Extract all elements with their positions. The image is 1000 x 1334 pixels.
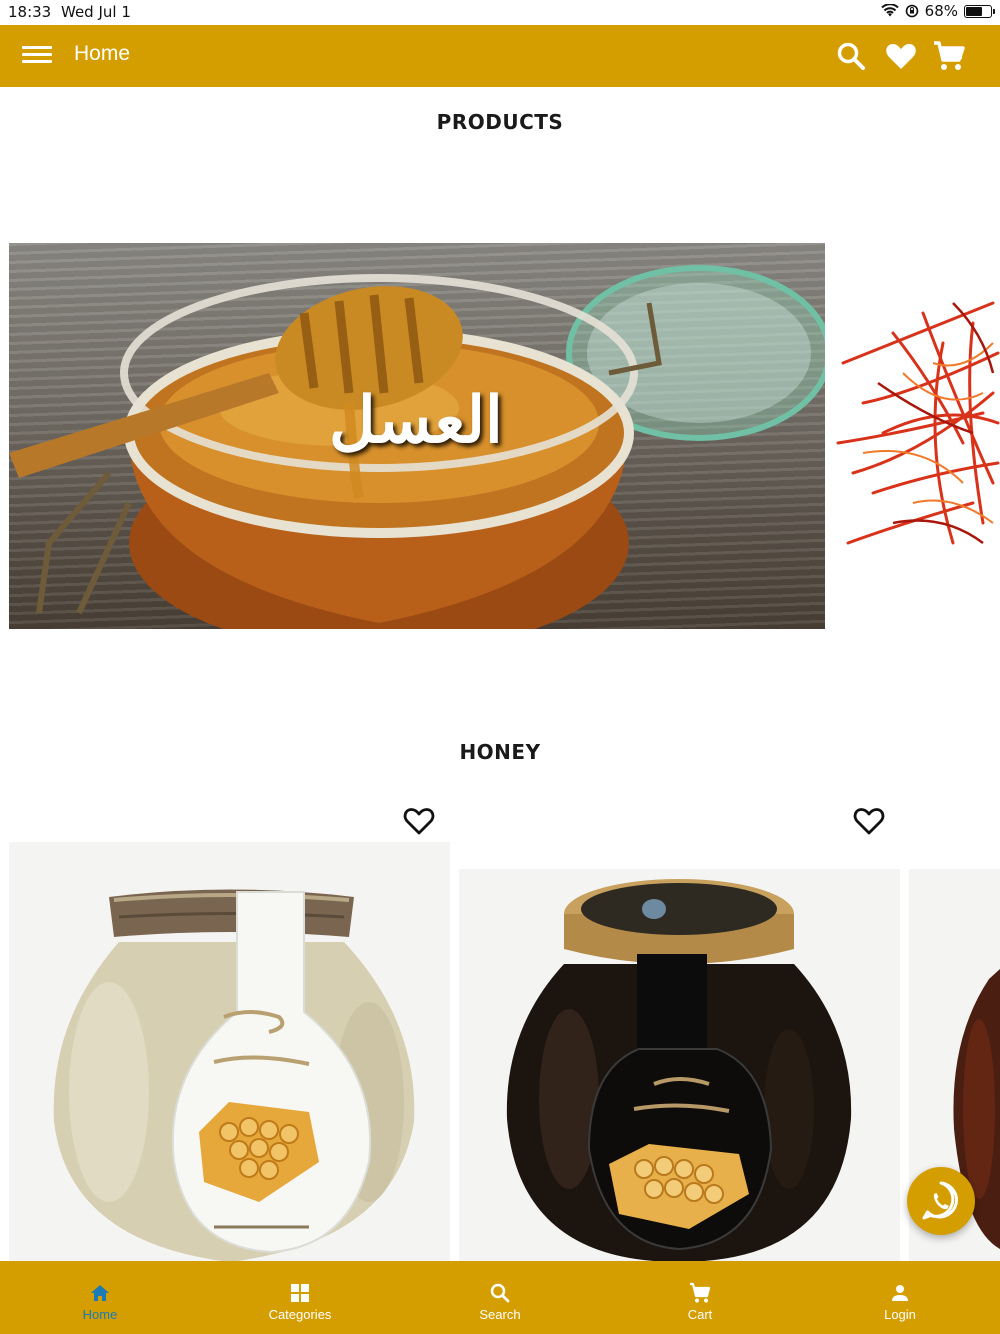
nav-item-categories[interactable]: Categories [200, 1261, 400, 1334]
app-page: 18:33 Wed Jul 1 68% Home PRODUCTS العسل … [0, 0, 1000, 1334]
nav-label-categories: Categories [268, 1307, 332, 1322]
saffron-image [836, 301, 1000, 545]
battery-fill [966, 6, 982, 16]
grid-icon [291, 1284, 309, 1302]
status-time: 18:33 [8, 3, 52, 21]
nav-item-cart[interactable]: Cart [600, 1261, 800, 1334]
favorites-heart-icon[interactable] [883, 38, 919, 74]
nav-label-cart: Cart [687, 1307, 713, 1322]
products-section-title: PRODUCTS [436, 110, 564, 134]
cart-icon [690, 1282, 711, 1303]
saffron-banner-slide[interactable] [833, 243, 1000, 629]
nav-label-search: Search [479, 1307, 521, 1322]
menu-icon-bar [22, 46, 52, 49]
favorite-heart-icon[interactable] [401, 803, 437, 839]
person-icon [892, 1285, 908, 1301]
honey-banner-slide[interactable]: العسل [9, 243, 825, 629]
white-honey-jar-image [53, 889, 415, 1262]
banner-overlay-text: العسل [329, 383, 503, 458]
home-icon [91, 1285, 109, 1301]
nav-item-search[interactable]: Search [400, 1261, 600, 1334]
whatsapp-icon [922, 1181, 958, 1220]
nav-item-home[interactable]: Home [0, 1261, 200, 1334]
nav-label-home: Home [82, 1307, 118, 1322]
menu-button[interactable] [22, 42, 52, 70]
orientation-lock-icon [905, 4, 918, 18]
search-icon [490, 1283, 510, 1303]
product-card[interactable] [9, 842, 450, 1262]
nav-item-login[interactable]: Login [800, 1261, 1000, 1334]
app-bar: Home [0, 25, 1000, 87]
product-card[interactable] [459, 869, 900, 1262]
status-date: Wed Jul 1 [61, 3, 131, 21]
status-bar: 18:33 Wed Jul 1 68% [0, 0, 1000, 25]
black-seed-honey-jar-image [506, 879, 852, 1262]
cart-icon[interactable] [931, 38, 967, 74]
menu-icon-bar [22, 53, 52, 56]
menu-icon-bar [22, 60, 52, 63]
bottom-navigation: Home Categories Search Cart Login [0, 1261, 1000, 1334]
favorite-heart-icon[interactable] [851, 803, 887, 839]
battery-percent: 68% [924, 2, 958, 20]
wifi-icon [880, 4, 899, 17]
search-icon[interactable] [833, 38, 869, 74]
nav-label-login: Login [884, 1307, 916, 1322]
whatsapp-button[interactable] [907, 1167, 975, 1235]
status-indicators: 68% [880, 2, 995, 20]
honey-section-title: HONEY [459, 740, 541, 764]
app-bar-title: Home [74, 42, 131, 65]
battery-icon [964, 4, 995, 18]
